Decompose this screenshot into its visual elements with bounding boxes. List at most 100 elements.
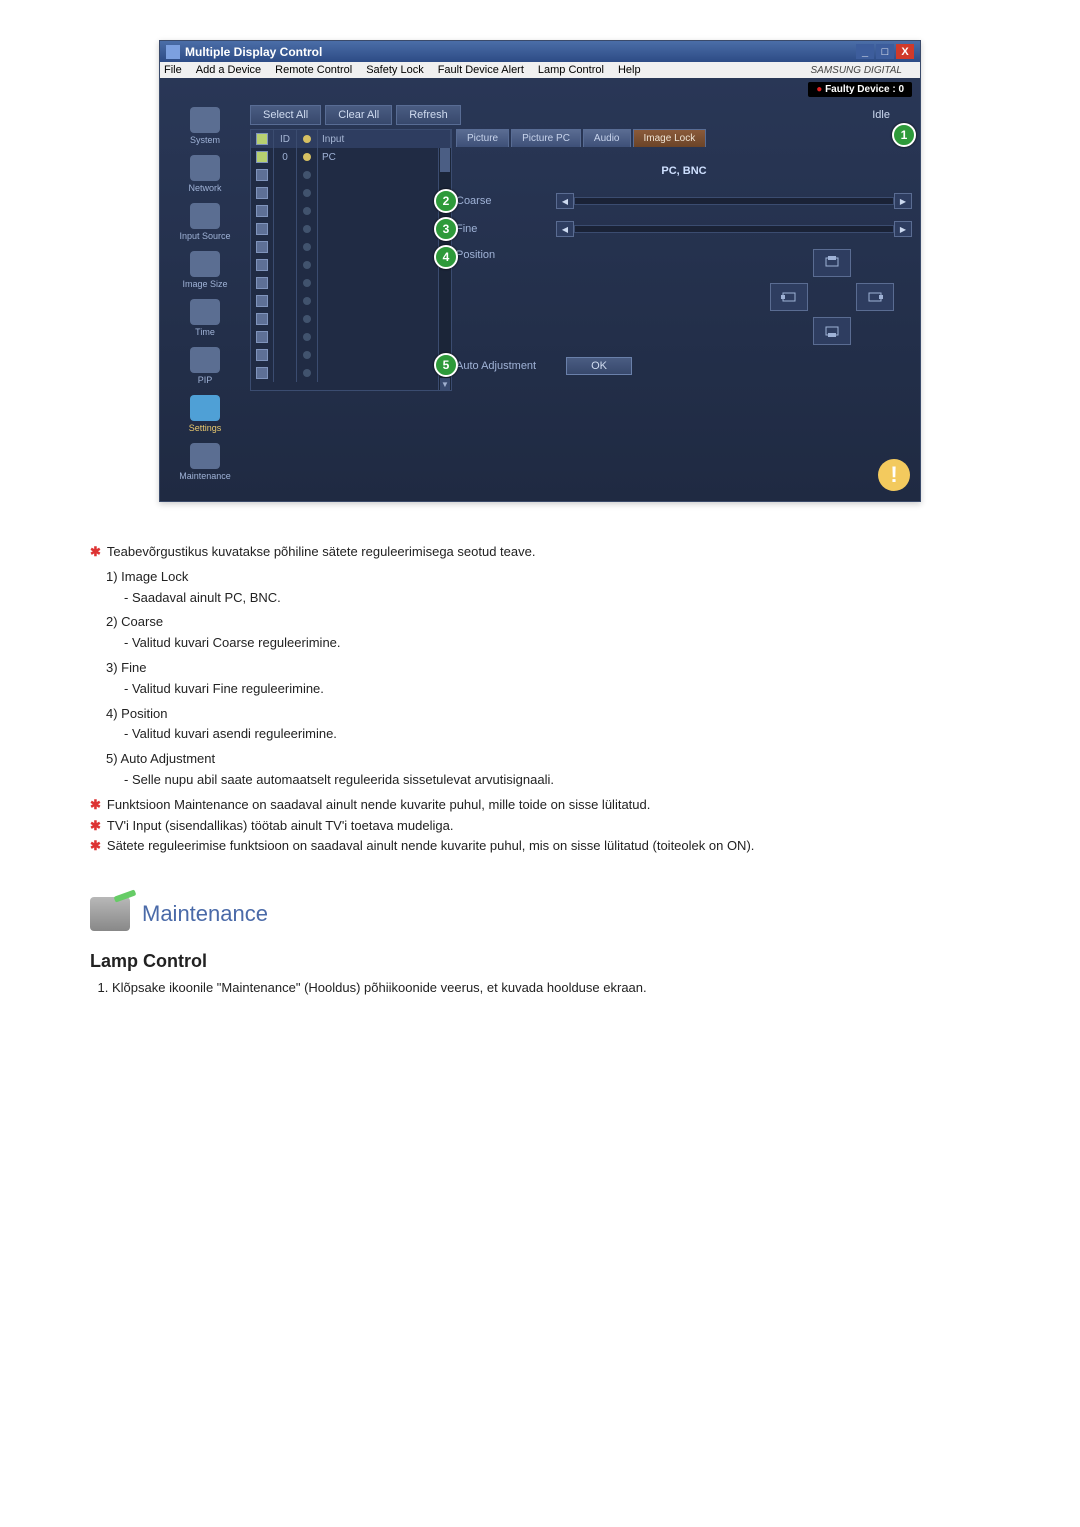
table-row[interactable] [251, 364, 451, 382]
cell-input [318, 166, 451, 184]
table-row[interactable] [251, 346, 451, 364]
col-id[interactable]: ID [274, 130, 297, 148]
position-row: 4 Position [456, 249, 912, 345]
fine-slider[interactable] [574, 225, 894, 233]
menu-add-device[interactable]: Add a Device [196, 64, 261, 76]
table-row[interactable] [251, 274, 451, 292]
status-dot-icon [303, 279, 311, 287]
cell-input [318, 364, 451, 382]
sidebar-item-pip[interactable]: PIP [160, 347, 250, 385]
scroll-thumb[interactable] [440, 148, 450, 172]
checkbox-icon[interactable] [256, 313, 268, 325]
checkbox-icon[interactable] [256, 151, 268, 163]
table-row[interactable] [251, 166, 451, 184]
status-dot-icon [303, 207, 311, 215]
coarse-slider[interactable] [574, 197, 894, 205]
warning-icon: ! [878, 459, 910, 491]
col-check[interactable] [251, 130, 274, 148]
minimize-button[interactable]: _ [856, 44, 874, 59]
col-input[interactable]: Input [318, 130, 451, 148]
checkbox-icon[interactable] [256, 349, 268, 361]
checkbox-icon[interactable] [256, 331, 268, 343]
menu-lamp-control[interactable]: Lamp Control [538, 64, 604, 76]
clear-all-button[interactable]: Clear All [325, 105, 392, 125]
doc-note-1: ✱Funktsioon Maintenance on saadaval ainu… [90, 795, 990, 816]
cell-input [318, 310, 451, 328]
sidebar-item-network[interactable]: Network [160, 155, 250, 193]
table-row[interactable] [251, 184, 451, 202]
sidebar-item-system[interactable]: System [160, 107, 250, 145]
sidebar-item-input-source[interactable]: Input Source [160, 203, 250, 241]
checkbox-icon[interactable] [256, 241, 268, 253]
col-status[interactable] [297, 130, 318, 148]
position-up-button[interactable] [813, 249, 851, 277]
sidebar-label: Settings [189, 423, 222, 433]
scroll-down-icon[interactable]: ▼ [440, 378, 450, 390]
position-pad [752, 249, 912, 345]
ok-button[interactable]: OK [566, 357, 632, 375]
table-row[interactable] [251, 310, 451, 328]
fault-bar: Faulty Device : 0 [160, 78, 920, 101]
maximize-button[interactable]: □ [876, 44, 894, 59]
sidebar-item-time[interactable]: Time [160, 299, 250, 337]
checkbox-icon[interactable] [256, 259, 268, 271]
cell-id [274, 328, 297, 346]
brand-label: SAMSUNG DIGITAL [811, 65, 903, 76]
table-row[interactable] [251, 202, 451, 220]
sidebar-item-image-size[interactable]: Image Size [160, 251, 250, 289]
sidebar-item-maintenance[interactable]: Maintenance [160, 443, 250, 481]
cell-input [318, 220, 451, 238]
close-button[interactable]: X [896, 44, 914, 59]
status-dot-icon [303, 243, 311, 251]
table-row[interactable] [251, 328, 451, 346]
menu-fault-alert[interactable]: Fault Device Alert [438, 64, 524, 76]
cell-id [274, 202, 297, 220]
callout-4: 4 [434, 245, 458, 269]
menu-safety-lock[interactable]: Safety Lock [366, 64, 423, 76]
checkbox-icon[interactable] [256, 169, 268, 181]
sidebar-item-settings[interactable]: Settings [160, 395, 250, 433]
tab-picture[interactable]: Picture [456, 129, 509, 147]
menu-remote-control[interactable]: Remote Control [275, 64, 352, 76]
checkbox-icon[interactable] [256, 367, 268, 379]
position-down-button[interactable] [813, 317, 851, 345]
auto-adjust-row: 5 Auto Adjustment OK [456, 357, 912, 375]
select-all-button[interactable]: Select All [250, 105, 321, 125]
sidebar-label: Network [188, 183, 221, 193]
position-left-button[interactable] [770, 283, 808, 311]
callout-3: 3 [434, 217, 458, 241]
menu-file[interactable]: File [164, 64, 182, 76]
cell-id [274, 184, 297, 202]
menu-help[interactable]: Help [618, 64, 641, 76]
fine-dec-button[interactable]: ◀ [556, 221, 574, 237]
tab-image-lock[interactable]: Image Lock [633, 129, 707, 147]
checkbox-icon[interactable] [256, 223, 268, 235]
table-row[interactable] [251, 292, 451, 310]
coarse-dec-button[interactable]: ◀ [556, 193, 574, 209]
checkbox-icon[interactable] [256, 205, 268, 217]
refresh-button[interactable]: Refresh [396, 105, 461, 125]
titlebar[interactable]: Multiple Display Control _ □ X [160, 41, 920, 62]
sidebar-label: Maintenance [179, 471, 231, 481]
doc-item: 4) Position- Valitud kuvari asendi regul… [106, 704, 990, 746]
status-dot-icon [303, 225, 311, 233]
table-row[interactable] [251, 220, 451, 238]
checkbox-icon[interactable] [256, 295, 268, 307]
table-row[interactable] [251, 256, 451, 274]
checkbox-icon[interactable] [256, 187, 268, 199]
table-row[interactable]: 0PC [251, 148, 451, 166]
status-dot-icon [303, 135, 311, 143]
table-row[interactable] [251, 238, 451, 256]
cell-id [274, 346, 297, 364]
tab-audio[interactable]: Audio [583, 129, 631, 147]
status-dot-icon [303, 171, 311, 179]
sidebar-label: Image Size [182, 279, 227, 289]
tab-picture-pc[interactable]: Picture PC [511, 129, 581, 147]
maintenance-heading: Maintenance [90, 897, 1000, 931]
faulty-device-badge: Faulty Device : 0 [808, 82, 912, 97]
checkbox-icon[interactable] [256, 277, 268, 289]
cell-input [318, 238, 451, 256]
coarse-inc-button[interactable]: ▶ [894, 193, 912, 209]
fine-inc-button[interactable]: ▶ [894, 221, 912, 237]
position-right-button[interactable] [856, 283, 894, 311]
